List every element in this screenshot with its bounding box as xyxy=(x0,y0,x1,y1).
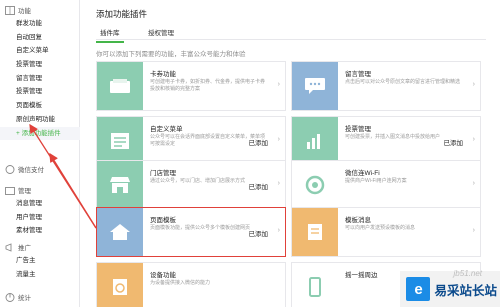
watermark: e 易采站长站 xyxy=(400,271,500,307)
arrow-to-add-plugin xyxy=(49,152,97,229)
annotation-arrows xyxy=(29,123,97,229)
watermark-url: jb51.net xyxy=(453,269,482,278)
watermark-logo: e xyxy=(406,277,431,301)
watermark-brand: 易采站长站 xyxy=(434,282,497,298)
